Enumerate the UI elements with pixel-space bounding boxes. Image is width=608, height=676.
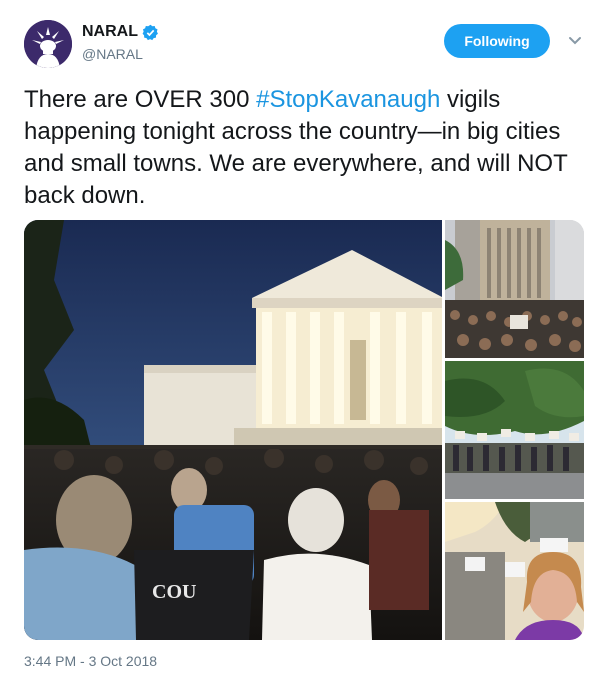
avatar[interactable] (24, 20, 72, 68)
tweet-timestamp[interactable]: 3:44 PM - 3 Oct 2018 (24, 653, 157, 669)
tweet-text: There are OVER 300 #StopKavanaugh vigils… (24, 84, 584, 212)
following-button[interactable]: Following (444, 24, 550, 58)
photo-3[interactable] (445, 361, 584, 499)
photo-4-image (445, 502, 584, 640)
statue-of-liberty-icon (24, 20, 72, 68)
display-name[interactable]: NARAL (82, 23, 138, 41)
photo-main[interactable]: COU (24, 220, 442, 640)
shirt-text: COU (152, 581, 196, 603)
tweet-header: NARAL @NARAL Following (24, 20, 584, 72)
photo-main-image: COU (24, 220, 442, 640)
name-row: NARAL (82, 23, 159, 41)
chevron-down-icon[interactable] (567, 32, 583, 48)
photo-4[interactable] (445, 502, 584, 640)
account-handle[interactable]: @NARAL (82, 46, 143, 62)
verified-badge-icon (142, 24, 158, 40)
photo-3-image (445, 361, 584, 499)
tweet-text-start: There are OVER 300 (24, 86, 257, 113)
photo-2[interactable] (445, 220, 584, 358)
photo-grid: COU (24, 220, 584, 640)
hashtag-link[interactable]: #StopKavanaugh (256, 86, 440, 113)
photo-2-image (445, 220, 584, 358)
